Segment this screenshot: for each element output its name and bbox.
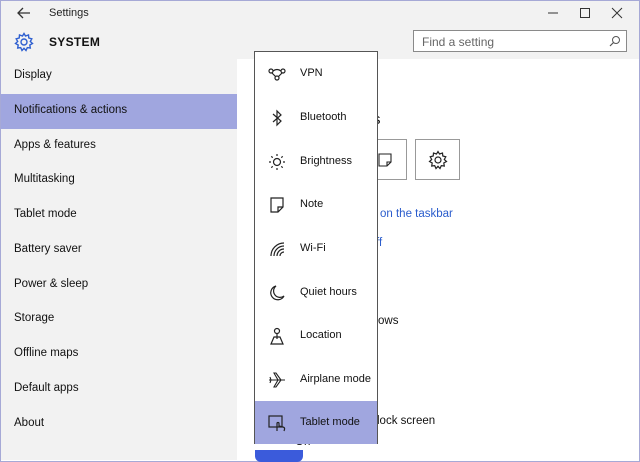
- sidebar-item-label: Tablet mode: [14, 208, 77, 220]
- sidebar-item-notifications-actions[interactable]: Notifications & actions: [1, 94, 237, 129]
- tablet-mode-icon: [268, 415, 286, 432]
- setting-text-partial: ows: [378, 315, 399, 327]
- popup-item-airplane-mode[interactable]: Airplane mode: [255, 358, 377, 401]
- maximize-icon[interactable]: [571, 3, 599, 23]
- popup-item-location[interactable]: Location: [255, 314, 377, 357]
- vpn-icon: [268, 68, 286, 81]
- back-arrow-icon[interactable]: [15, 4, 33, 22]
- sidebar-item-storage[interactable]: Storage: [1, 302, 237, 337]
- quick-action-tile-settings[interactable]: [415, 139, 460, 180]
- minimize-icon[interactable]: [539, 3, 567, 23]
- sidebar: Display Notifications & actions Apps & f…: [1, 59, 237, 460]
- sidebar-item-label: Offline maps: [14, 347, 79, 359]
- note-icon: [378, 153, 392, 167]
- popup-item-quiet-hours[interactable]: Quiet hours: [255, 271, 377, 314]
- location-icon: [270, 327, 284, 345]
- taskbar-icons-link[interactable]: on the taskbar: [380, 208, 453, 220]
- moon-icon: [270, 285, 285, 301]
- sidebar-item-label: Multitasking: [14, 173, 75, 185]
- toggle-switch[interactable]: [255, 450, 303, 462]
- popup-item-label: Note: [300, 198, 324, 210]
- search-input[interactable]: Find a setting: [413, 30, 627, 52]
- popup-item-label: Bluetooth: [300, 111, 347, 123]
- sidebar-item-about[interactable]: About: [1, 407, 237, 442]
- sidebar-item-apps-features[interactable]: Apps & features: [1, 129, 237, 164]
- gear-icon: [428, 150, 448, 170]
- sidebar-item-label: Apps & features: [14, 139, 96, 151]
- sidebar-item-label: Battery saver: [14, 243, 82, 255]
- popup-item-label: Location: [300, 329, 342, 341]
- popup-item-wifi[interactable]: Wi-Fi: [255, 227, 377, 270]
- popup-item-label: VPN: [300, 67, 323, 79]
- sidebar-item-label: Default apps: [14, 382, 79, 394]
- sidebar-item-label: Display: [14, 69, 52, 81]
- popup-item-label: Tablet mode: [300, 416, 360, 428]
- brightness-icon: [269, 154, 285, 170]
- sidebar-item-tablet-mode[interactable]: Tablet mode: [1, 198, 237, 233]
- sidebar-item-label: Power & sleep: [14, 278, 89, 290]
- close-icon[interactable]: [603, 3, 631, 23]
- popup-item-label: Airplane mode: [300, 373, 371, 385]
- bluetooth-icon: [272, 109, 282, 127]
- sidebar-item-label: About: [14, 417, 45, 429]
- popup-item-tablet-mode[interactable]: Tablet mode: [255, 401, 377, 444]
- search-icon[interactable]: [609, 35, 621, 47]
- gear-icon: [14, 32, 34, 52]
- title-bar: Settings: [1, 1, 639, 25]
- airplane-icon: [269, 372, 285, 388]
- popup-item-label: Brightness: [300, 155, 352, 167]
- popup-item-brightness[interactable]: Brightness: [255, 140, 377, 183]
- sidebar-item-multitasking[interactable]: Multitasking: [1, 163, 237, 198]
- sidebar-item-offline-maps[interactable]: Offline maps: [1, 337, 237, 372]
- popup-item-label: Quiet hours: [300, 286, 357, 298]
- sidebar-item-default-apps[interactable]: Default apps: [1, 372, 237, 407]
- sidebar-item-power-sleep[interactable]: Power & sleep: [1, 268, 237, 303]
- search-placeholder: Find a setting: [422, 35, 495, 49]
- sidebar-item-label: Storage: [14, 312, 55, 324]
- window-title: Settings: [49, 7, 89, 19]
- sidebar-item-display[interactable]: Display: [1, 59, 237, 94]
- popup-item-vpn[interactable]: VPN: [255, 52, 377, 95]
- popup-item-label: Wi-Fi: [300, 242, 326, 254]
- quick-action-popup: VPN Bluetooth Brightness Note Wi-Fi Quie…: [254, 51, 378, 444]
- note-icon: [270, 197, 284, 213]
- sidebar-item-label: Notifications & actions: [14, 104, 128, 116]
- sidebar-item-battery-saver[interactable]: Battery saver: [1, 233, 237, 268]
- page-title: SYSTEM: [49, 35, 101, 49]
- lock-screen-text-partial: lock screen: [377, 415, 436, 427]
- popup-item-bluetooth[interactable]: Bluetooth: [255, 96, 377, 139]
- wifi-icon: [270, 242, 285, 257]
- popup-item-note[interactable]: Note: [255, 183, 377, 226]
